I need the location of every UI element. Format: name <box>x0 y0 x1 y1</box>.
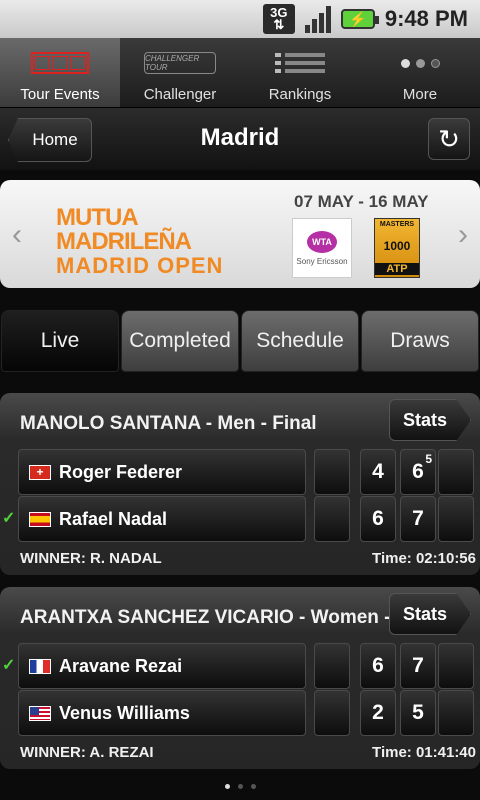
nav-label: Tour Events <box>20 86 100 103</box>
page-title: Madrid <box>200 124 280 151</box>
score-empty <box>314 643 350 689</box>
nav-label: Rankings <box>268 86 332 103</box>
battery-icon: ⚡ <box>340 9 379 29</box>
status-time: 9:48 PM <box>384 6 468 31</box>
tiebreak-score: 5 <box>425 452 432 466</box>
score-empty <box>314 496 350 542</box>
network-3g-icon: 3G ⇅ <box>262 4 295 34</box>
player-name-cell: Venus Williams <box>18 690 306 736</box>
tournament-banner: ‹ MUTUA MADRILEÑA MADRID OPEN 07 MAY - 1… <box>0 180 480 288</box>
chevron-right-icon[interactable]: › <box>458 218 468 252</box>
set1-score: 2 <box>360 690 396 736</box>
winner-text: WINNER: R. NADAL <box>20 550 162 567</box>
refresh-icon[interactable]: ↻ <box>428 118 470 160</box>
status-bar: 3G ⇅ ⚡ 9:48 PM <box>0 0 480 38</box>
more-icon <box>400 44 440 82</box>
nav-challenger[interactable]: CHALLENGER TOUR Challenger <box>120 38 240 107</box>
player-name-cell: Aravane Rezai <box>18 643 306 689</box>
tab-draws[interactable]: Draws <box>361 310 479 372</box>
set2-score: 5 <box>400 690 436 736</box>
page-indicator <box>0 784 480 789</box>
tab-bar: Live Completed Schedule Draws <box>0 310 480 372</box>
tournament-logo: MUTUA MADRILEÑA MADRID OPEN <box>56 204 224 278</box>
tour-events-icon <box>31 44 89 82</box>
winner-check-icon: ✓ <box>2 657 16 674</box>
match-time: Time: 01:41:40 <box>372 744 476 761</box>
tab-schedule[interactable]: Schedule <box>241 310 359 372</box>
usa-flag-icon <box>29 705 51 721</box>
set2-score: 7 <box>400 496 436 542</box>
nav-tour-events[interactable]: Tour Events <box>0 38 120 107</box>
stats-button[interactable]: Stats <box>389 593 471 635</box>
top-navigation: Tour Events CHALLENGER TOUR Challenger R… <box>0 38 480 108</box>
atp-masters-logo: MASTERS 1000 ATP <box>374 218 420 278</box>
signal-icon <box>304 5 331 33</box>
score-empty <box>314 449 350 495</box>
wta-logo: WTA Sony Ericsson <box>292 218 352 278</box>
player-row: ✓ Rafael Nadal 6 7 <box>0 496 480 542</box>
set3-score <box>438 449 474 495</box>
player-name-cell: + Roger Federer <box>18 449 306 495</box>
winner-check-icon: ✓ <box>2 510 16 527</box>
match-title: MANOLO SANTANA - Men - Final <box>20 413 317 434</box>
tab-completed[interactable]: Completed <box>121 310 239 372</box>
nav-label: More <box>402 86 438 103</box>
stats-button[interactable]: Stats <box>389 399 471 441</box>
set1-score: 4 <box>360 449 396 495</box>
france-flag-icon <box>29 658 51 674</box>
player-row: ✓ Aravane Rezai 6 7 <box>0 643 480 689</box>
set3-score <box>438 643 474 689</box>
challenger-icon: CHALLENGER TOUR <box>144 44 216 82</box>
player-row: + Roger Federer 4 6 5 <box>0 449 480 495</box>
set2-score: 6 5 <box>400 449 436 495</box>
spain-flag-icon <box>29 511 51 527</box>
player-name: Rafael Nadal <box>59 508 168 529</box>
player-name: Venus Williams <box>59 702 190 723</box>
set3-score <box>438 690 474 736</box>
match-time: Time: 02:10:56 <box>372 550 476 567</box>
set2-score: 7 <box>400 643 436 689</box>
winner-text: WINNER: A. REZAI <box>20 744 154 761</box>
tab-live[interactable]: Live <box>1 310 119 372</box>
player-row: Venus Williams 2 5 <box>0 690 480 736</box>
score-empty <box>314 690 350 736</box>
player-name-cell: Rafael Nadal <box>18 496 306 542</box>
set3-score <box>438 496 474 542</box>
set1-score: 6 <box>360 643 396 689</box>
player-name: Roger Federer <box>59 461 183 482</box>
nav-label: Challenger <box>143 86 217 103</box>
page-header: Home Madrid ↻ <box>0 108 480 170</box>
rankings-icon <box>275 44 325 82</box>
nav-more[interactable]: More <box>360 38 480 107</box>
player-name: Aravane Rezai <box>59 655 183 676</box>
match-card[interactable]: ARANTXA SANCHEZ VICARIO - Women - Fi... … <box>0 587 480 769</box>
switzerland-flag-icon: + <box>29 464 51 480</box>
match-card[interactable]: MANOLO SANTANA - Men - Final Stats + Rog… <box>0 393 480 575</box>
nav-rankings[interactable]: Rankings <box>240 38 360 107</box>
chevron-left-icon[interactable]: ‹ <box>12 218 22 252</box>
set1-score: 6 <box>360 496 396 542</box>
match-title: ARANTXA SANCHEZ VICARIO - Women - Fi... <box>20 607 429 628</box>
tournament-dates: 07 MAY - 16 MAY <box>294 192 429 211</box>
